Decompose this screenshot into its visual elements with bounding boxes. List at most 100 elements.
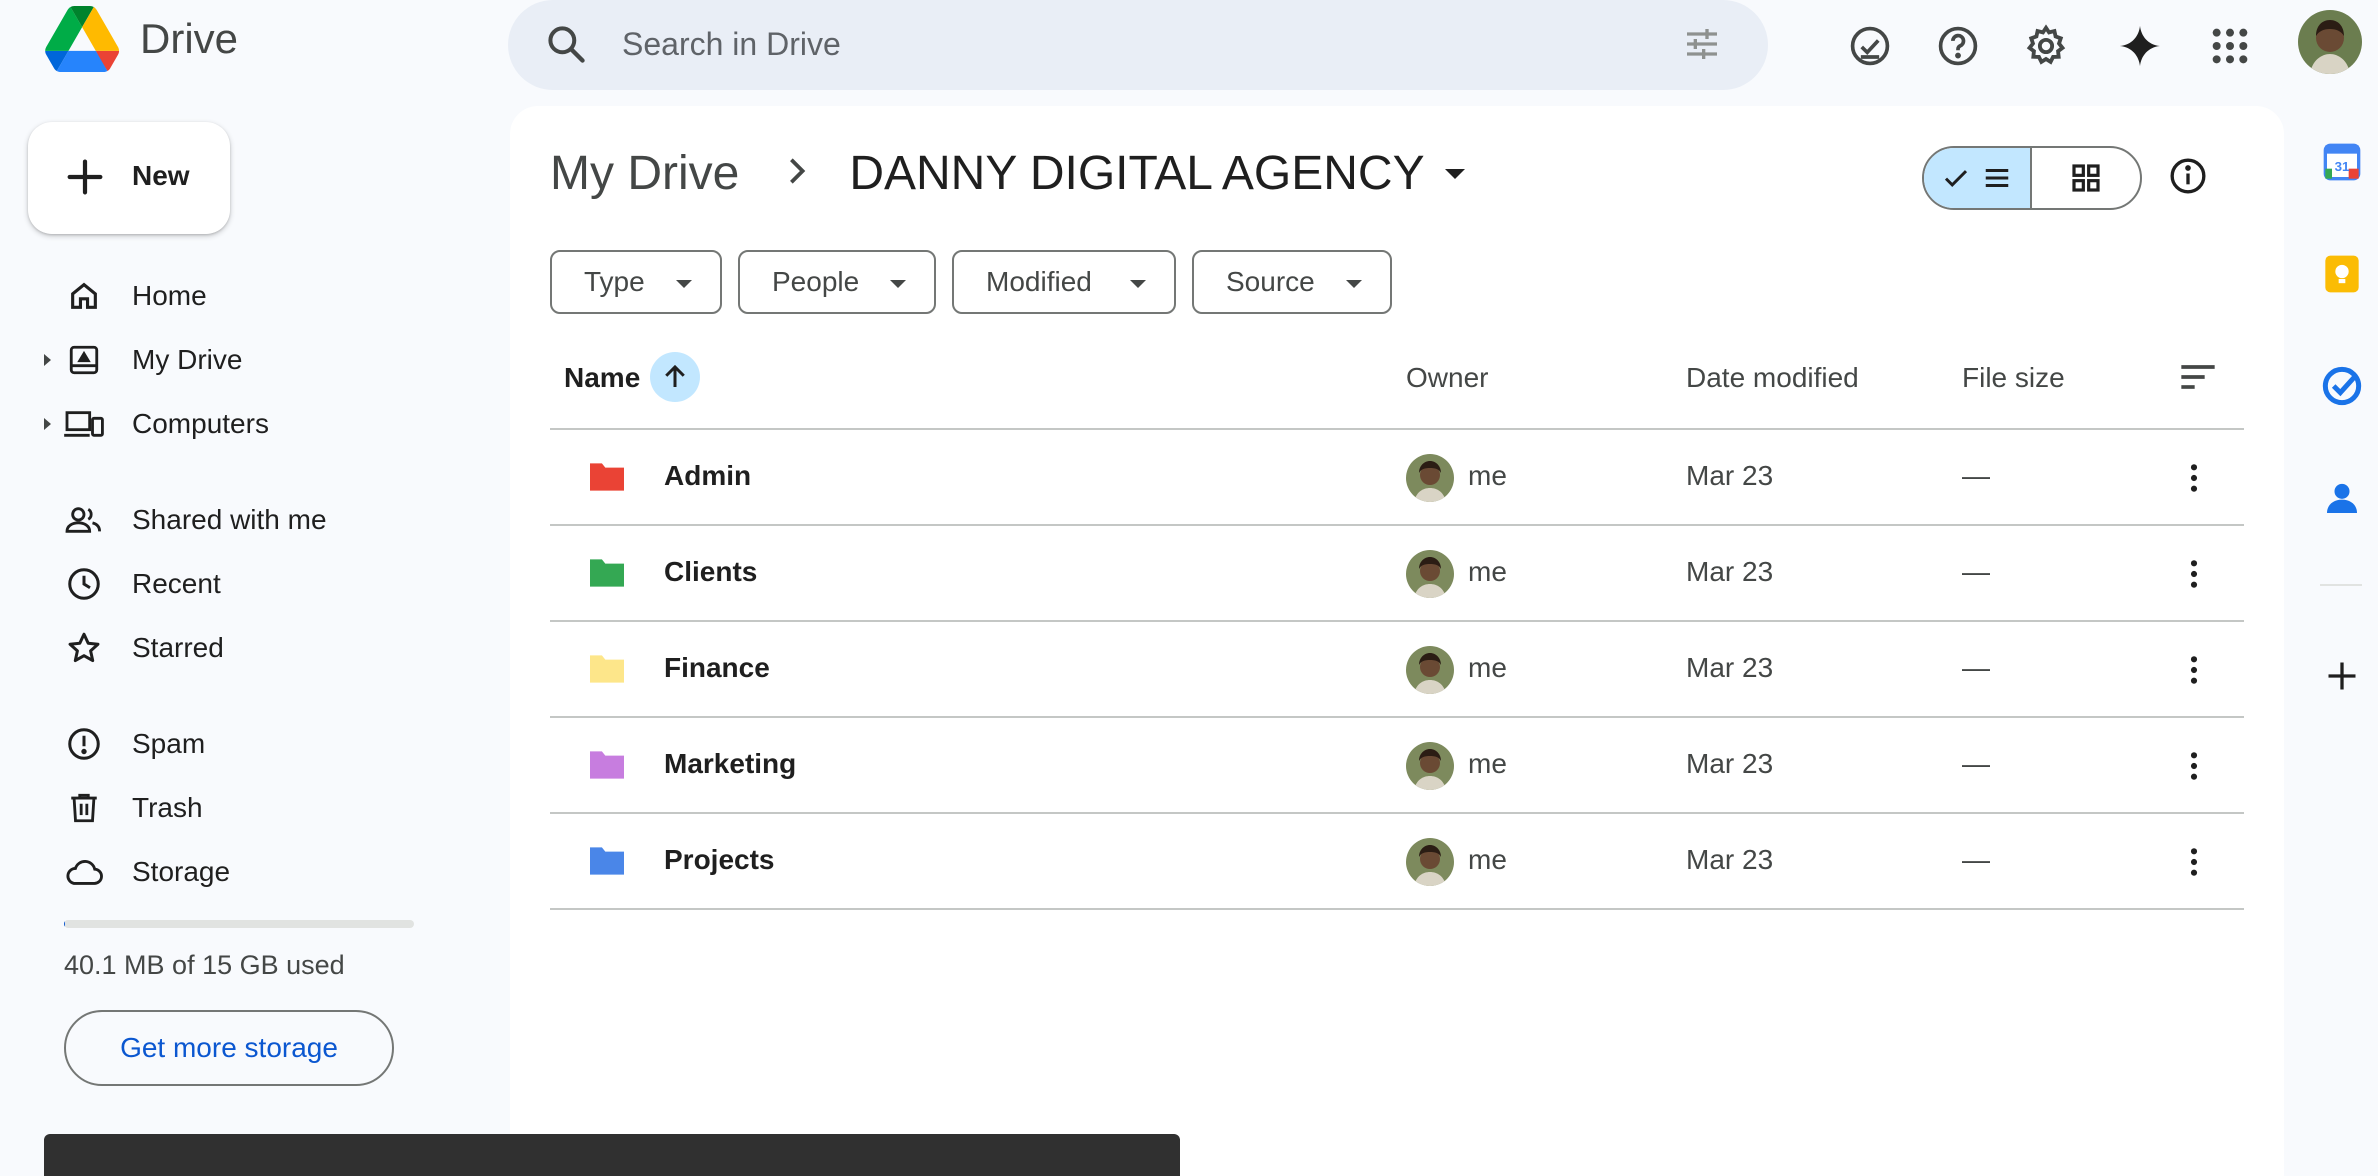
nav-item-spam[interactable]: Spam <box>28 714 488 774</box>
gemini-sparkle-icon[interactable] <box>2112 18 2168 74</box>
apps-grid-icon[interactable] <box>2202 18 2258 74</box>
file-size-column-header[interactable]: File size <box>1962 362 2065 394</box>
tasks-icon[interactable] <box>2318 362 2366 410</box>
calendar-icon[interactable]: 31 <box>2318 138 2366 186</box>
nav-item-home[interactable]: Home <box>28 266 488 326</box>
cloud-icon <box>64 854 104 890</box>
contacts-icon[interactable] <box>2318 474 2366 522</box>
nav-label: Storage <box>132 856 231 887</box>
home-icon <box>64 278 104 314</box>
nav-item-recent[interactable]: Recent <box>28 554 488 614</box>
folder-icon <box>586 460 628 499</box>
source-filter-chip[interactable]: Source <box>1192 250 1392 314</box>
more-actions-icon[interactable] <box>2170 742 2218 790</box>
search-icon[interactable] <box>544 22 588 71</box>
grid-view-button[interactable] <box>2032 148 2140 208</box>
check-icon <box>1944 170 1968 187</box>
get-more-storage-button[interactable]: Get more storage <box>64 1010 394 1086</box>
owner-name: me <box>1468 652 1507 683</box>
storage-usage-fill <box>64 920 66 928</box>
info-icon[interactable] <box>2168 156 2208 201</box>
new-button-label: New <box>132 160 190 191</box>
list-view-button[interactable] <box>1924 148 2033 208</box>
more-actions-icon[interactable] <box>2170 838 2218 886</box>
dropdown-arrow-icon <box>1346 280 1362 288</box>
more-actions-icon[interactable] <box>2170 646 2218 694</box>
date-modified-column-header[interactable]: Date modified <box>1686 362 1859 394</box>
snackbar <box>44 1134 1180 1176</box>
nav-item-storage[interactable]: Storage <box>28 842 488 902</box>
add-app-plus-icon[interactable] <box>2318 652 2366 700</box>
file-size: — <box>1962 844 1990 875</box>
more-actions-icon[interactable] <box>2170 550 2218 598</box>
chip-label: People <box>772 266 860 297</box>
search-bar[interactable] <box>508 0 1768 90</box>
folder-icon <box>586 844 628 883</box>
nav-item-starred[interactable]: Starred <box>28 618 488 678</box>
owner-avatar <box>1406 454 1454 502</box>
account-avatar[interactable] <box>2298 10 2362 74</box>
breadcrumb: My Drive DANNY DIGITAL AGENCY <box>550 146 1465 201</box>
table-row[interactable]: Projects me Mar 23 — <box>550 814 2244 910</box>
owner-avatar <box>1406 550 1454 598</box>
table-row[interactable]: Marketing me Mar 23 — <box>550 718 2244 814</box>
nav-label: Spam <box>132 728 206 759</box>
help-icon[interactable] <box>1930 18 1986 74</box>
chip-label: Type <box>584 266 645 297</box>
table-header: Name Owner Date modified File size <box>550 336 2244 430</box>
folder-icon <box>586 748 628 787</box>
file-name[interactable]: Admin <box>664 460 751 492</box>
modified-filter-chip[interactable]: Modified <box>952 250 1176 314</box>
owner-avatar <box>1406 742 1454 790</box>
trash-icon <box>64 790 104 826</box>
table-row[interactable]: Admin me Mar 23 — <box>550 430 2244 526</box>
file-name[interactable]: Finance <box>664 652 770 684</box>
dropdown-arrow-icon <box>1130 280 1146 288</box>
people-filter-chip[interactable]: People <box>738 250 936 314</box>
nav-item-trash[interactable]: Trash <box>28 778 488 838</box>
breadcrumb-current[interactable]: DANNY DIGITAL AGENCY <box>849 146 1424 201</box>
top-bar: Drive <box>0 0 2378 90</box>
chip-label: Modified <box>986 266 1092 297</box>
date-modified: Mar 23 <box>1686 652 1774 683</box>
grid-icon <box>2072 164 2100 192</box>
more-actions-icon[interactable] <box>2170 454 2218 502</box>
sort-options-icon[interactable] <box>2178 362 2218 397</box>
nav-item-computers[interactable]: Computers <box>28 394 488 454</box>
type-filter-chip[interactable]: Type <box>550 250 722 314</box>
owner-avatar <box>1406 838 1454 886</box>
people-icon <box>64 502 104 538</box>
expand-caret-icon[interactable] <box>44 418 51 430</box>
expand-caret-icon[interactable] <box>44 354 51 366</box>
nav-item-my-drive[interactable]: My Drive <box>28 330 488 390</box>
chevron-right-icon <box>785 156 809 191</box>
plus-icon <box>62 154 108 205</box>
sort-ascending-arrow-icon[interactable] <box>650 352 700 402</box>
keep-icon[interactable] <box>2318 250 2366 298</box>
settings-gear-icon[interactable] <box>2018 18 2074 74</box>
folder-icon <box>586 652 628 691</box>
file-name[interactable]: Clients <box>664 556 757 588</box>
search-options-icon[interactable] <box>1682 24 1722 69</box>
file-size: — <box>1962 460 1990 491</box>
svg-text:31: 31 <box>2335 159 2350 174</box>
main-content: My Drive DANNY DIGITAL AGENCY Type Peopl… <box>510 106 2284 1176</box>
nav-item-shared-with-me[interactable]: Shared with me <box>28 490 488 550</box>
dropdown-arrow-icon <box>890 280 906 288</box>
table-row[interactable]: Finance me Mar 23 — <box>550 622 2244 718</box>
name-column-header[interactable]: Name <box>564 362 640 394</box>
search-input[interactable] <box>622 22 1622 66</box>
file-size: — <box>1962 652 1990 683</box>
folder-menu-caret-icon[interactable] <box>1444 168 1465 179</box>
app-title: Drive <box>140 15 239 62</box>
my-drive-icon <box>64 342 104 378</box>
table-row[interactable]: Clients me Mar 23 — <box>550 526 2244 622</box>
drive-logo[interactable]: Drive <box>44 6 238 72</box>
file-name[interactable]: Marketing <box>664 748 796 780</box>
ready-for-offline-icon[interactable] <box>1842 18 1898 74</box>
breadcrumb-parent[interactable]: My Drive <box>550 146 739 201</box>
file-name[interactable]: Projects <box>664 844 775 876</box>
date-modified: Mar 23 <box>1686 748 1774 779</box>
nav-label: Shared with me <box>132 504 327 535</box>
new-button[interactable]: New <box>28 122 230 234</box>
